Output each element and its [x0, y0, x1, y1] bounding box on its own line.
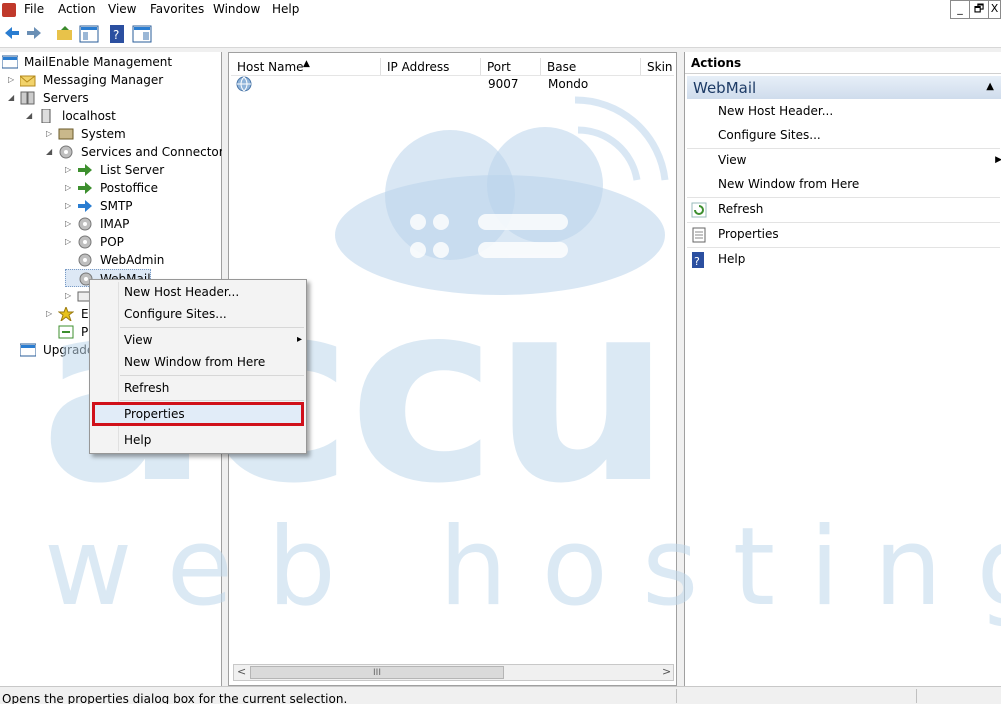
- svg-text:?: ?: [113, 28, 119, 42]
- svg-text:?: ?: [694, 255, 700, 268]
- servers-icon: [20, 91, 36, 105]
- action-pane-icon: [132, 25, 152, 43]
- scroll-thumb[interactable]: III: [250, 666, 504, 679]
- action-view[interactable]: View ▶: [718, 151, 1001, 169]
- context-menu: New Host Header... Configure Sites... Vi…: [89, 279, 307, 454]
- action-new-window-from-here[interactable]: New Window from Here: [718, 175, 859, 193]
- up-folder-icon: [57, 26, 72, 40]
- help-toolbar-button[interactable]: ?: [108, 24, 128, 44]
- expand-icon[interactable]: ▷: [65, 287, 75, 305]
- menu-action[interactable]: Action: [58, 2, 96, 16]
- collapse-icon[interactable]: ◢: [8, 89, 18, 107]
- extensions-icon: [57, 305, 75, 323]
- expand-icon[interactable]: ▷: [65, 179, 75, 197]
- globe-icon: [236, 76, 252, 92]
- close-button[interactable]: X: [988, 0, 1001, 19]
- status-text: Opens the properties dialog box for the …: [2, 692, 348, 704]
- forward-button[interactable]: [25, 24, 45, 44]
- expand-icon[interactable]: ▷: [8, 71, 18, 89]
- action-properties[interactable]: Properties: [718, 225, 779, 243]
- up-folder-button[interactable]: [56, 24, 76, 44]
- column-port[interactable]: Port: [481, 58, 541, 76]
- collapse-icon[interactable]: ◢: [46, 143, 56, 161]
- back-button[interactable]: [3, 24, 23, 44]
- port-cell: 9007: [488, 77, 519, 91]
- back-arrow-icon: [5, 27, 19, 39]
- collapse-section-icon[interactable]: ▲: [986, 81, 994, 92]
- menu-bar: File Action View Favorites Window Help _…: [0, 0, 1001, 20]
- scroll-left-button[interactable]: <: [237, 665, 246, 678]
- action-configure-sites[interactable]: Configure Sites...: [718, 126, 821, 144]
- column-host-name[interactable]: Host Name ▲: [231, 58, 381, 76]
- column-ip-address[interactable]: IP Address: [381, 58, 481, 76]
- help-icon: ?: [691, 252, 707, 268]
- action-help[interactable]: Help: [718, 250, 745, 268]
- submenu-arrow-icon: ▸: [296, 334, 302, 345]
- scroll-right-button[interactable]: >: [662, 665, 671, 678]
- context-new-host-header[interactable]: New Host Header...: [124, 282, 239, 302]
- app-icon: [2, 3, 16, 17]
- menu-file[interactable]: File: [24, 2, 44, 16]
- actions-section-webmail[interactable]: WebMail ▲: [687, 76, 1001, 99]
- upgrade-icon: [19, 343, 37, 357]
- properties-icon: [58, 325, 74, 339]
- properties-icon: [691, 227, 707, 243]
- expand-icon[interactable]: ▷: [65, 215, 75, 233]
- base-cell: Mondo: [548, 77, 589, 91]
- context-properties[interactable]: Properties: [124, 404, 185, 424]
- actions-pane: Actions WebMail ▲ New Host Header... Con…: [684, 52, 1001, 686]
- action-new-host-header[interactable]: New Host Header...: [718, 102, 833, 120]
- messaging-icon: [19, 73, 36, 87]
- horizontal-scrollbar[interactable]: < III >: [233, 664, 674, 681]
- restore-button[interactable]: 🗗: [969, 0, 989, 19]
- minimize-button[interactable]: _: [950, 0, 970, 19]
- column-skin[interactable]: Skin: [641, 58, 675, 76]
- expand-icon[interactable]: ▷: [46, 125, 56, 143]
- status-bar: Opens the properties dialog box for the …: [0, 686, 1001, 704]
- context-configure-sites[interactable]: Configure Sites...: [124, 304, 227, 324]
- toolbar: ?: [0, 20, 1001, 48]
- table-row[interactable]: 9007 Mondo: [231, 75, 674, 93]
- connector-icon: [77, 163, 93, 177]
- submenu-arrow-icon: ▶: [995, 155, 1001, 165]
- show-hide-action-pane-button[interactable]: [132, 24, 152, 44]
- help-icon: ?: [110, 25, 124, 43]
- console-icon: [1, 55, 19, 69]
- context-view[interactable]: View ▸: [124, 330, 302, 350]
- gear-icon: [77, 253, 93, 267]
- expand-icon[interactable]: ▷: [65, 161, 75, 179]
- actions-title: Actions: [685, 52, 1001, 74]
- connector-icon: [77, 181, 93, 195]
- context-new-window-from-here[interactable]: New Window from Here: [124, 352, 265, 372]
- system-icon: [58, 127, 74, 141]
- console-tree-icon: [79, 25, 99, 43]
- column-base[interactable]: Base: [541, 58, 641, 76]
- gear-icon: [58, 145, 74, 159]
- expand-icon[interactable]: ▷: [46, 305, 56, 323]
- menu-window[interactable]: Window: [213, 2, 260, 16]
- context-refresh[interactable]: Refresh: [124, 378, 169, 398]
- refresh-icon: [691, 202, 707, 218]
- expand-icon[interactable]: ▷: [65, 233, 75, 251]
- menu-help[interactable]: Help: [272, 2, 299, 16]
- show-hide-tree-button[interactable]: [79, 24, 99, 44]
- server-icon: [38, 108, 54, 124]
- forward-arrow-icon: [27, 27, 41, 39]
- menu-favorites[interactable]: Favorites: [150, 2, 204, 16]
- menu-view[interactable]: View: [108, 2, 136, 16]
- connector-icon: [77, 199, 93, 213]
- expand-icon[interactable]: ▷: [65, 197, 75, 215]
- collapse-icon[interactable]: ◢: [26, 107, 36, 125]
- gear-icon: [77, 235, 93, 249]
- sort-ascending-icon: ▲: [303, 59, 310, 69]
- context-help[interactable]: Help: [124, 430, 151, 450]
- gear-icon: [77, 217, 93, 231]
- action-refresh[interactable]: Refresh: [718, 200, 763, 218]
